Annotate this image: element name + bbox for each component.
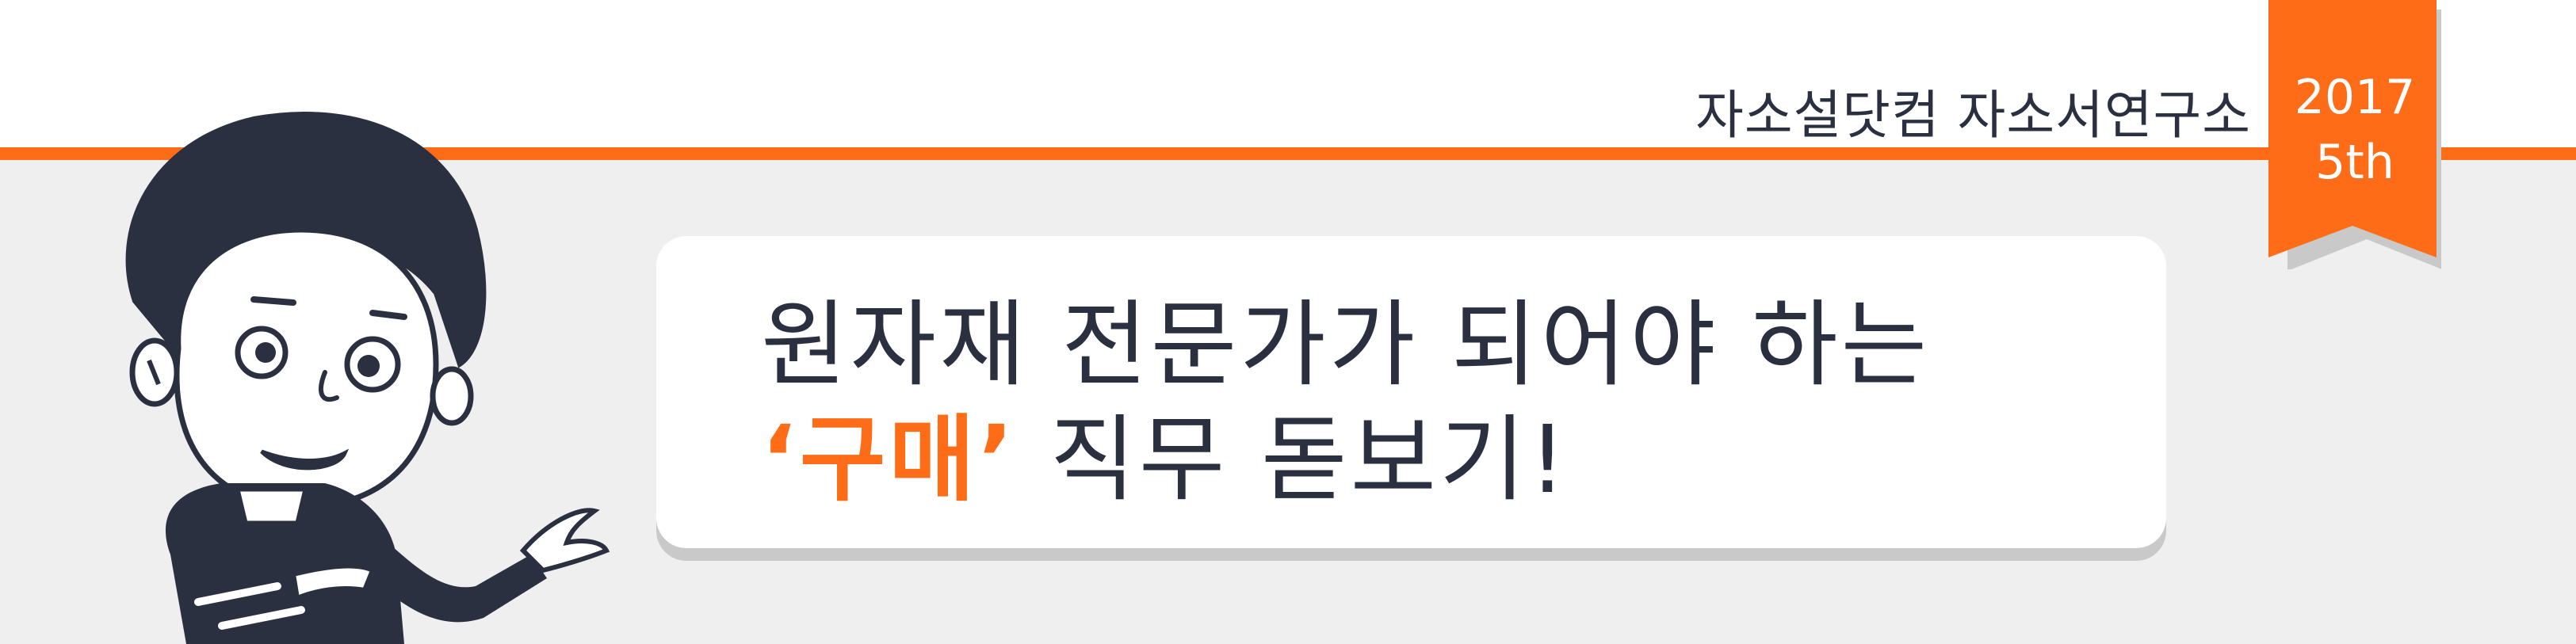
edition-ribbon: 2017 5th [2268, 0, 2441, 269]
character-illustration [125, 112, 610, 644]
headline-highlight: ‘구매’ [761, 405, 1017, 514]
headline-line-2-rest: 직무 돋보기! [1016, 405, 1569, 514]
character-right-ear [430, 366, 474, 426]
headline-line-1: 원자재 전문가가 되어야 하는 [761, 290, 1931, 399]
headline-line-2: ‘구매’ 직무 돋보기! [761, 400, 1569, 519]
character-hand [519, 508, 610, 574]
character-right-eyebrow [369, 310, 407, 320]
character-left-eyebrow [250, 296, 296, 306]
brand-title: 자소설닷컴 자소서연구소 [1695, 85, 2251, 146]
ribbon-edition: 5th [2315, 135, 2394, 190]
character-collar [235, 487, 308, 525]
ribbon-year: 2017 [2294, 70, 2416, 125]
